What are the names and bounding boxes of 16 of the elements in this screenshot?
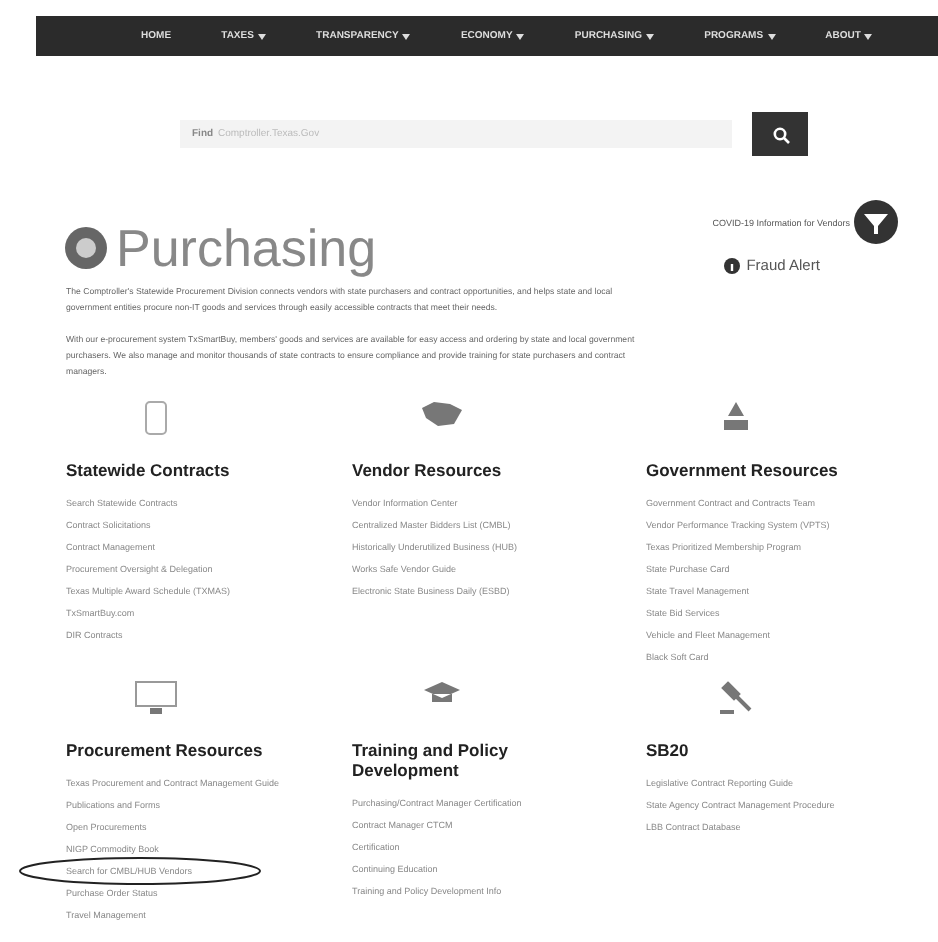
document-icon — [144, 400, 168, 436]
funnel-icon — [854, 200, 898, 244]
gavel-icon — [718, 680, 754, 716]
search-button[interactable] — [752, 112, 808, 156]
search-icon — [771, 125, 789, 143]
info-icon — [724, 257, 741, 273]
section-heading: Training and Policy Development — [352, 740, 510, 780]
section-heading: SB20 — [646, 740, 691, 760]
section-heading: Statewide Contracts — [66, 460, 232, 480]
page-title: Purchasing — [116, 220, 377, 276]
section-heading: Procurement Resources — [66, 740, 265, 760]
section-heading: Government Resources — [646, 460, 840, 480]
monitor-icon — [134, 680, 178, 716]
graduation-cap-icon — [422, 680, 462, 704]
building-icon — [722, 400, 750, 432]
section-heading: Vendor Resources — [352, 460, 504, 480]
